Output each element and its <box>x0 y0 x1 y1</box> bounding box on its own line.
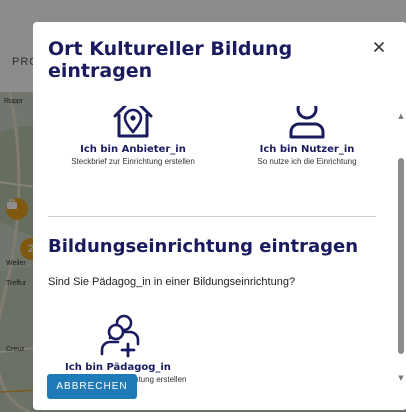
section-question: Sind Sie Pädagog_in in einer Bildungsein… <box>48 276 296 288</box>
user-icon <box>289 106 325 139</box>
cancel-button[interactable]: ABBRECHEN <box>47 374 137 399</box>
choice-provider-description: Steckbrief zur Einrichtung erstellen <box>71 157 195 166</box>
modal-dialog: Ort Kultureller Bildung eintragen Ich bi… <box>33 22 406 410</box>
close-button[interactable] <box>370 38 388 56</box>
add-user-icon <box>100 314 140 358</box>
modal-scrollbar[interactable]: ▲ ▼ <box>397 112 405 382</box>
choice-user-title: Ich bin Nutzer_in <box>259 144 355 155</box>
scroll-up-arrow-icon[interactable]: ▲ <box>397 112 405 120</box>
scroll-down-arrow-icon[interactable]: ▼ <box>397 374 405 382</box>
modal-title: Ort Kultureller Bildung eintragen <box>48 38 293 82</box>
section-title: Bildungseinrichtung eintragen <box>48 236 359 257</box>
close-icon <box>374 42 384 52</box>
modal-content: Ich bin Anbieter_in Steckbrief zur Einri… <box>33 106 395 390</box>
home-location-icon <box>113 106 153 138</box>
scrollbar-thumb[interactable] <box>398 158 404 354</box>
choice-user[interactable]: Ich bin Nutzer_in So nutze ich die Einri… <box>233 106 381 166</box>
choice-provider[interactable]: Ich bin Anbieter_in Steckbrief zur Einri… <box>58 106 208 166</box>
choice-user-description: So nutze ich die Einrichtung <box>257 157 357 166</box>
choice-educator-title: Ich bin Pädagog_in <box>65 362 171 373</box>
choice-provider-title: Ich bin Anbieter_in <box>80 144 186 155</box>
divider <box>48 216 376 217</box>
